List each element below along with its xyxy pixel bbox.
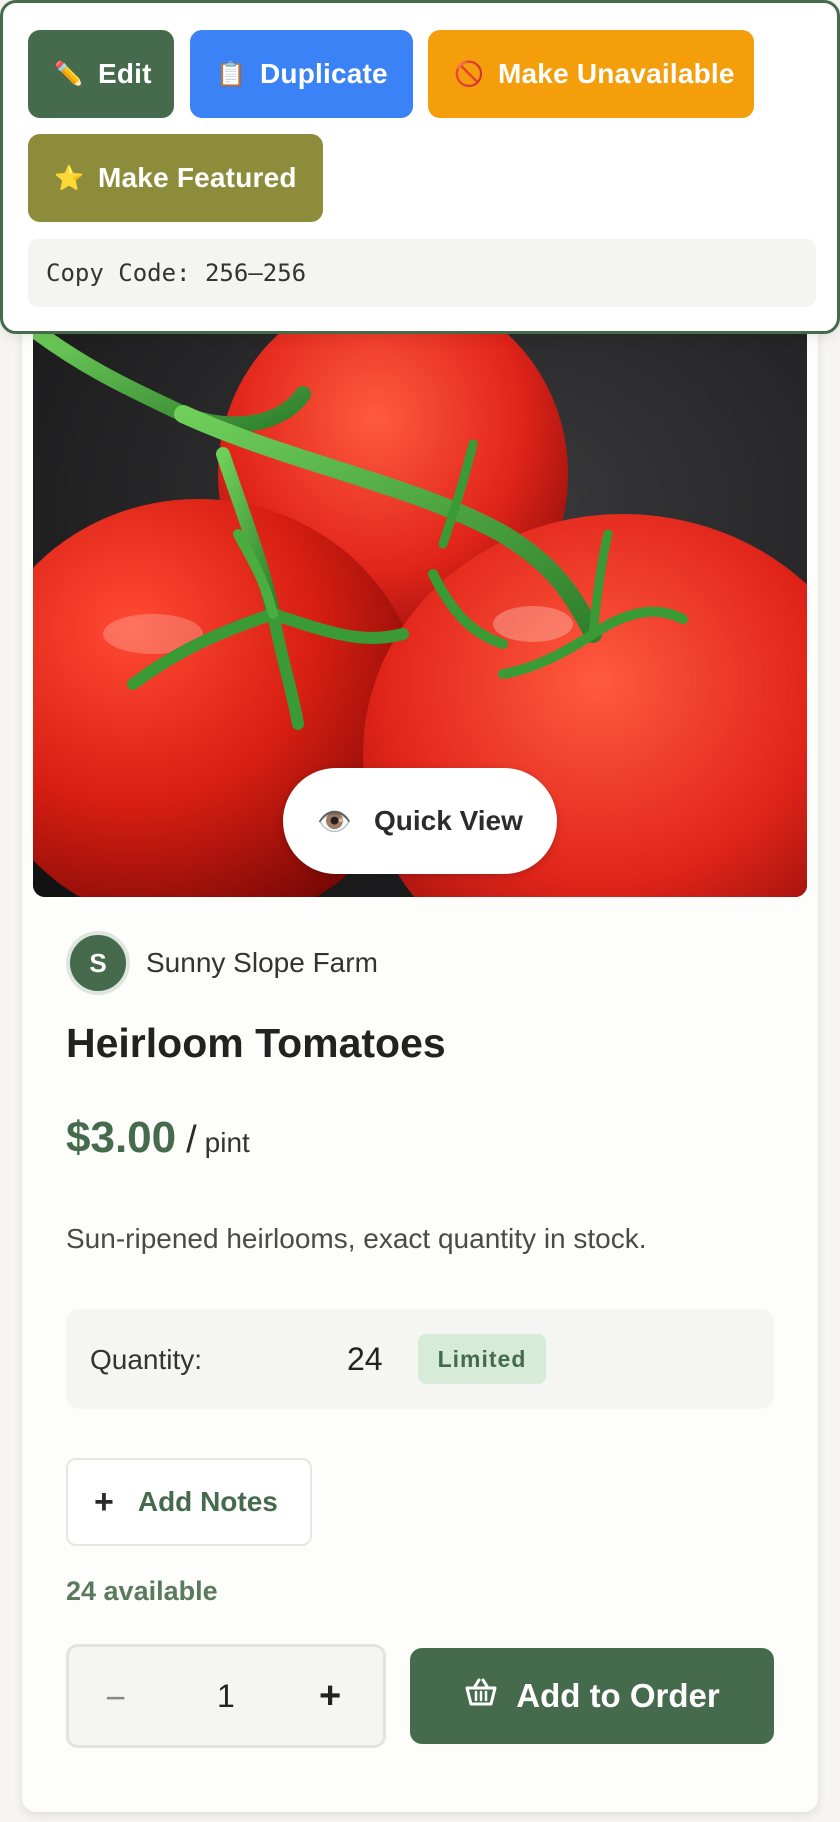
clipboard-icon: 📋 <box>215 60 247 88</box>
decrement-button[interactable]: − <box>105 1677 126 1719</box>
increment-button[interactable]: + <box>319 1675 341 1718</box>
quantity-stepper: − 1 + <box>66 1644 386 1748</box>
availability-text: 24 available <box>66 1576 218 1606</box>
farm-name[interactable]: Sunny Slope Farm <box>146 947 378 979</box>
quantity-info: Quantity: 24 Limited <box>66 1309 774 1409</box>
stepper-value[interactable]: 1 <box>217 1678 235 1715</box>
add-to-order-label: Add to Order <box>516 1677 720 1714</box>
make-featured-button[interactable]: ⭐ Make Featured <box>28 134 323 222</box>
plus-icon: + <box>94 1482 114 1521</box>
price-amount: $3.00 <box>66 1113 177 1162</box>
basket-icon <box>464 1677 498 1715</box>
copy-code[interactable]: Copy Code: 256–256 <box>28 239 816 307</box>
prohibited-icon: 🚫 <box>453 60 485 88</box>
edit-button[interactable]: ✏️ Edit <box>28 30 174 118</box>
duplicate-button-label: Duplicate <box>260 58 388 89</box>
quantity-value: 24 <box>347 1341 383 1377</box>
duplicate-button[interactable]: 📋 Duplicate <box>190 30 413 118</box>
add-notes-label: Add Notes <box>137 1486 278 1517</box>
add-to-order-button[interactable]: Add to Order <box>410 1648 774 1744</box>
farm-avatar: S <box>66 931 130 995</box>
admin-actions-panel: ✏️ Edit 📋 Duplicate 🚫 Make Unavailable ⭐… <box>0 0 840 334</box>
price-separator: / <box>186 1119 197 1161</box>
product-title: Heirloom Tomatoes <box>66 1020 446 1066</box>
quick-view-label: Quick View <box>373 805 523 836</box>
price-unit: pint <box>204 1127 250 1158</box>
pencil-icon: ✏️ <box>53 60 85 88</box>
stock-badge: Limited <box>418 1334 546 1384</box>
make-unavailable-label: Make Unavailable <box>498 58 735 89</box>
quantity-label: Quantity: <box>90 1344 203 1375</box>
quick-view-button[interactable]: 👁️ Quick View <box>283 768 557 874</box>
make-unavailable-button[interactable]: 🚫 Make Unavailable <box>428 30 754 118</box>
add-notes-button[interactable]: + Add Notes <box>66 1458 312 1546</box>
eye-icon: 👁️ <box>317 805 352 837</box>
edit-button-label: Edit <box>98 58 152 89</box>
make-featured-label: Make Featured <box>98 162 297 193</box>
price: $3.00 / pint <box>66 1113 250 1163</box>
star-icon: ⭐ <box>53 164 85 192</box>
product-description: Sun-ripened heirlooms, exact quantity in… <box>66 1223 647 1254</box>
